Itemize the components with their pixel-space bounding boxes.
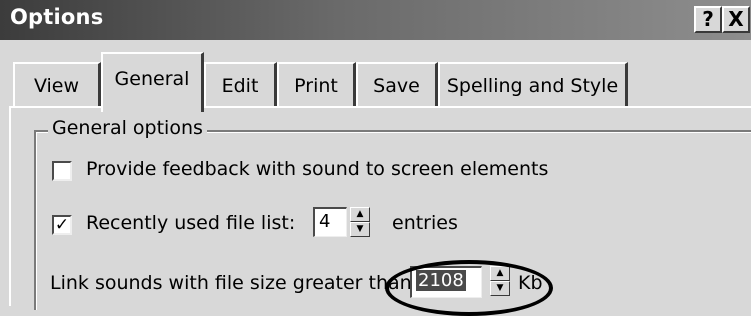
tab-spelling-and-style[interactable]: Spelling and Style <box>438 62 628 108</box>
help-button[interactable]: ? <box>694 6 722 33</box>
tab-view[interactable]: View <box>13 62 101 108</box>
recent-files-spinner[interactable]: ▲ ▼ <box>350 207 370 237</box>
link-sounds-label: Link sounds with file size greater than <box>50 272 412 294</box>
highlight-ellipse <box>385 260 553 316</box>
tab-save[interactable]: Save <box>356 62 438 108</box>
tab-edit[interactable]: Edit <box>204 62 277 108</box>
spin-up-icon[interactable]: ▲ <box>350 207 370 222</box>
recent-files-count-input[interactable]: 4 <box>313 207 347 237</box>
feedback-sound-label: Provide feedback with sound to screen el… <box>86 158 549 180</box>
recent-files-label: Recently used file list: <box>86 212 296 234</box>
tab-print[interactable]: Print <box>277 62 356 108</box>
recent-files-checkbox[interactable]: ✓ <box>52 215 72 235</box>
recent-files-suffix: entries <box>392 212 458 234</box>
title-bar[interactable]: Options ? X <box>0 0 751 40</box>
close-button[interactable]: X <box>722 6 750 33</box>
tab-general[interactable]: General <box>101 52 204 112</box>
spin-down-icon[interactable]: ▼ <box>350 222 370 237</box>
feedback-sound-checkbox[interactable] <box>52 161 72 181</box>
group-legend: General options <box>48 117 207 139</box>
window-title: Options <box>10 5 104 29</box>
